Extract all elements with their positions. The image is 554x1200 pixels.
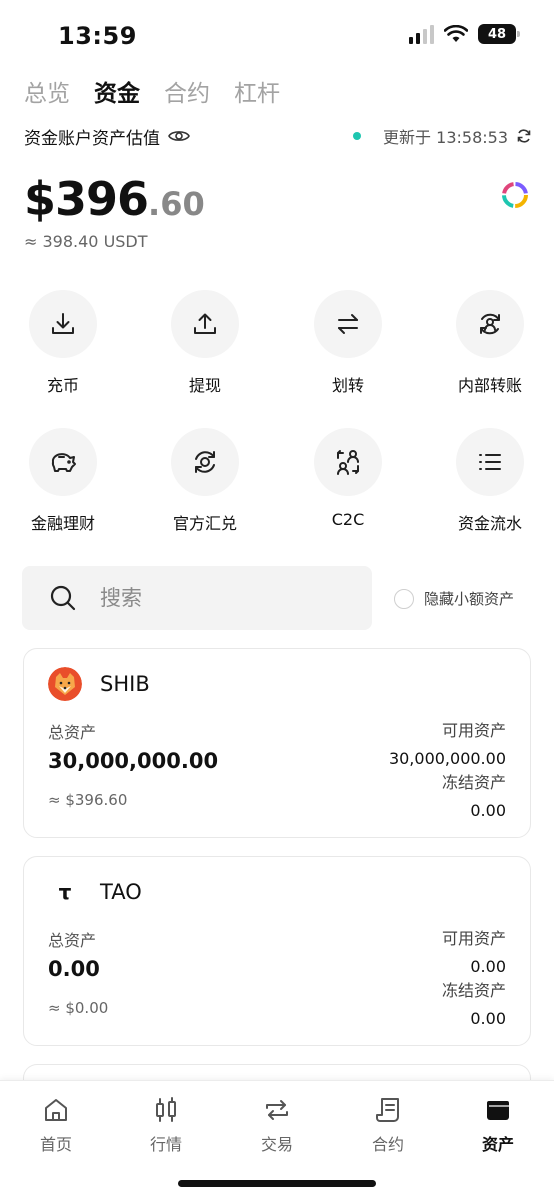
- swap-icon: [266, 1100, 288, 1120]
- battery-icon: 48: [478, 24, 520, 44]
- total-assets-usd: ≈ $396.60: [48, 791, 128, 809]
- balance-decimal: .60: [148, 185, 205, 223]
- home-indicator: [178, 1180, 376, 1187]
- valuation-row: 资金账户资产估值 更新于 13:58:53: [24, 122, 532, 150]
- deposit-label: 充币: [46, 376, 79, 395]
- update-info: 更新于 13:58:53: [353, 124, 532, 148]
- total-assets-label: 总资产: [48, 931, 97, 950]
- total-balance: $396 .60: [24, 172, 205, 226]
- asset-card-shib[interactable]: SHIB 总资产 30,000,000.00 ≈ $396.60 可用资产 30…: [23, 648, 531, 838]
- status-time: 13:59: [58, 22, 137, 50]
- fund-records-button[interactable]: 资金流水: [430, 428, 550, 534]
- refresh-icon[interactable]: [516, 128, 532, 144]
- official-exchange-label: 官方汇兑: [172, 514, 237, 533]
- nav-contract[interactable]: 合约: [348, 1095, 428, 1155]
- live-status-dot: [353, 132, 362, 140]
- nav-market-label: 行情: [149, 1135, 182, 1154]
- home-icon: [45, 1099, 67, 1121]
- nav-trade-label: 交易: [260, 1135, 293, 1154]
- c2c-label: C2C: [331, 510, 365, 529]
- asset-distribution-icon[interactable]: [500, 180, 530, 210]
- withdraw-button[interactable]: 提现: [145, 290, 265, 396]
- status-icons: 48: [409, 24, 520, 44]
- total-assets-value: 0.00: [48, 957, 100, 981]
- list-icon: [479, 454, 501, 470]
- user-transfer-icon: [480, 313, 500, 335]
- frozen-value: 0.00: [470, 1009, 506, 1028]
- tab-overview[interactable]: 总览: [24, 74, 70, 108]
- upload-icon: [194, 313, 216, 334]
- balance-usdt: ≈ 398.40 USDT: [24, 232, 148, 251]
- search-icon: [50, 585, 76, 611]
- asset-breakdown: 可用资产 0.00 冻结资产 0.00: [442, 927, 506, 1031]
- coin-header: SHIB: [48, 667, 150, 701]
- wifi-icon: [444, 25, 468, 42]
- download-icon: [52, 313, 74, 334]
- wallet-icon: [487, 1101, 509, 1120]
- tao-logo-icon: τ: [58, 880, 72, 904]
- frozen-value: 0.00: [470, 801, 506, 820]
- candlestick-icon: [156, 1097, 176, 1122]
- status-bar: 13:59 48: [0, 0, 554, 72]
- internal-transfer-label: 内部转账: [457, 376, 522, 395]
- hide-small-assets-radio[interactable]: [394, 588, 414, 609]
- available-value: 30,000,000.00: [388, 749, 506, 768]
- official-exchange-button[interactable]: 官方汇兑: [145, 428, 265, 534]
- tab-funding[interactable]: 资金: [94, 74, 140, 108]
- cellular-signal-icon: [409, 24, 434, 44]
- c2c-icon: [337, 450, 359, 475]
- total-assets-value: 30,000,000.00: [48, 749, 219, 773]
- c2c-button[interactable]: C2C: [288, 428, 408, 529]
- hide-small-assets-label: 隐藏小额资产: [424, 590, 515, 608]
- frozen-label: 冻结资产: [441, 981, 506, 1000]
- hide-small-assets-toggle[interactable]: 隐藏小额资产: [394, 588, 514, 609]
- finance-label: 金融理财: [30, 514, 95, 533]
- piggy-bank-icon: [51, 453, 76, 472]
- total-assets-usd: ≈ $0.00: [48, 999, 109, 1017]
- total-assets-label: 总资产: [48, 723, 97, 742]
- nav-home-label: 首页: [39, 1135, 72, 1154]
- nav-home[interactable]: 首页: [16, 1095, 96, 1155]
- balance-integer: $396: [24, 172, 149, 226]
- withdraw-label: 提现: [188, 376, 221, 395]
- asset-breakdown: 可用资产 30,000,000.00 冻结资产 0.00: [389, 719, 506, 823]
- contract-icon: [376, 1098, 399, 1122]
- available-label: 可用资产: [441, 929, 506, 948]
- coin-name: TAO: [100, 880, 142, 904]
- tab-futures[interactable]: 合约: [164, 74, 210, 108]
- finance-button[interactable]: 金融理财: [3, 428, 123, 534]
- coin-name: SHIB: [100, 672, 150, 696]
- frozen-label: 冻结资产: [441, 773, 506, 792]
- deposit-button[interactable]: 充币: [3, 290, 123, 396]
- transfer-label: 划转: [331, 376, 364, 395]
- update-time: 更新于 13:58:53: [383, 128, 508, 147]
- eye-icon[interactable]: [168, 128, 190, 144]
- coin-header: τ TAO: [48, 875, 142, 909]
- account-tabs: 总览 资金 合约 杠杆: [24, 74, 280, 108]
- available-value: 0.00: [470, 957, 506, 976]
- fund-records-label: 资金流水: [457, 514, 522, 533]
- exchange-icon: [195, 451, 215, 473]
- tab-margin[interactable]: 杠杆: [234, 74, 280, 108]
- transfer-icon: [338, 314, 358, 334]
- transfer-button[interactable]: 划转: [288, 290, 408, 396]
- nav-trade[interactable]: 交易: [237, 1095, 317, 1155]
- asset-card-tao[interactable]: τ TAO 总资产 0.00 ≈ $0.00 可用资产 0.00 冻结资产 0.…: [23, 856, 531, 1046]
- nav-market[interactable]: 行情: [126, 1095, 206, 1155]
- nav-assets[interactable]: 资产: [458, 1095, 538, 1155]
- shib-logo-icon: [48, 667, 82, 701]
- search-bar[interactable]: [22, 566, 372, 630]
- nav-contract-label: 合约: [371, 1135, 404, 1154]
- valuation-label: 资金账户资产估值: [24, 128, 160, 149]
- search-input[interactable]: [100, 586, 330, 610]
- available-label: 可用资产: [441, 721, 506, 740]
- nav-assets-label: 资产: [481, 1135, 514, 1154]
- internal-transfer-button[interactable]: 内部转账: [430, 290, 550, 396]
